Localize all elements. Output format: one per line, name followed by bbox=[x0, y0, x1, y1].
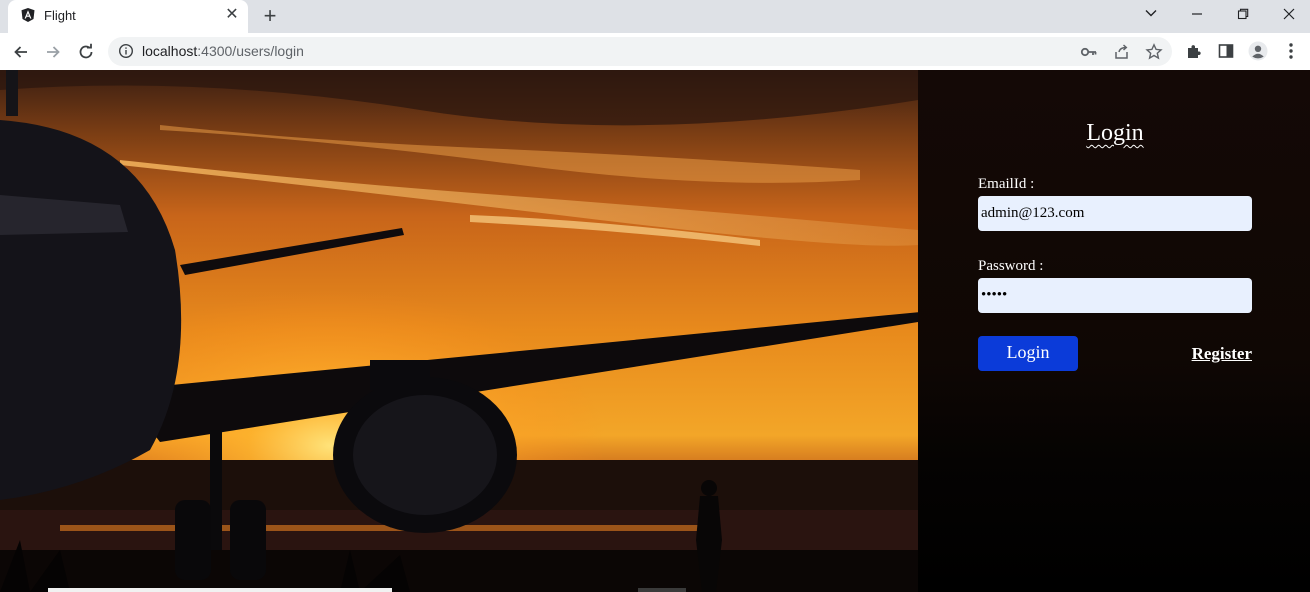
login-panel bbox=[918, 70, 1310, 592]
profile-icon[interactable] bbox=[1248, 41, 1268, 61]
kebab-menu-icon[interactable] bbox=[1281, 41, 1301, 61]
arrow-right-icon[interactable] bbox=[41, 40, 65, 64]
url-host: localhost bbox=[142, 43, 198, 59]
info-icon[interactable] bbox=[118, 43, 134, 59]
share-icon[interactable] bbox=[1113, 43, 1131, 61]
close-icon[interactable]: ✕ bbox=[224, 7, 240, 23]
plus-icon[interactable]: + bbox=[258, 5, 282, 27]
login-button[interactable]: Login bbox=[978, 336, 1078, 371]
chevron-down-icon[interactable] bbox=[1139, 4, 1163, 26]
star-icon[interactable] bbox=[1145, 43, 1163, 61]
side-panel-icon[interactable] bbox=[1216, 41, 1236, 61]
address-bar[interactable]: localhost:4300/users/login bbox=[108, 37, 1172, 66]
password-label: Password : bbox=[978, 258, 1044, 274]
email-field[interactable]: admin@123.com bbox=[978, 196, 1252, 231]
password-field[interactable]: ••••• bbox=[978, 278, 1252, 313]
arrow-left-icon[interactable] bbox=[9, 40, 33, 64]
restore-icon[interactable] bbox=[1231, 4, 1255, 26]
puzzle-icon[interactable] bbox=[1184, 41, 1204, 61]
angular-logo-icon bbox=[20, 7, 36, 23]
login-page: Login EmailId : admin@123.com Password :… bbox=[0, 70, 1310, 592]
reload-icon[interactable] bbox=[74, 40, 98, 64]
minimize-icon[interactable] bbox=[1185, 4, 1209, 26]
key-icon[interactable] bbox=[1080, 43, 1098, 61]
tab-title: Flight bbox=[44, 8, 76, 23]
horizontal-scrollbar-thumb[interactable] bbox=[638, 588, 686, 592]
horizontal-scrollbar-track[interactable] bbox=[48, 588, 392, 592]
url-path: :4300/users/login bbox=[197, 43, 304, 59]
email-label: EmailId : bbox=[978, 176, 1035, 192]
url-text: localhost:4300/users/login bbox=[142, 43, 304, 59]
airplane-sunset-photo bbox=[0, 70, 918, 592]
tab-flight[interactable]: Flight ✕ bbox=[8, 0, 248, 33]
tab-strip: Flight ✕ + bbox=[0, 0, 1310, 33]
register-link[interactable]: Register bbox=[1180, 344, 1252, 364]
browser-toolbar: localhost:4300/users/login bbox=[0, 33, 1310, 71]
window-close-icon[interactable] bbox=[1277, 4, 1301, 26]
login-heading: Login bbox=[1086, 120, 1144, 146]
